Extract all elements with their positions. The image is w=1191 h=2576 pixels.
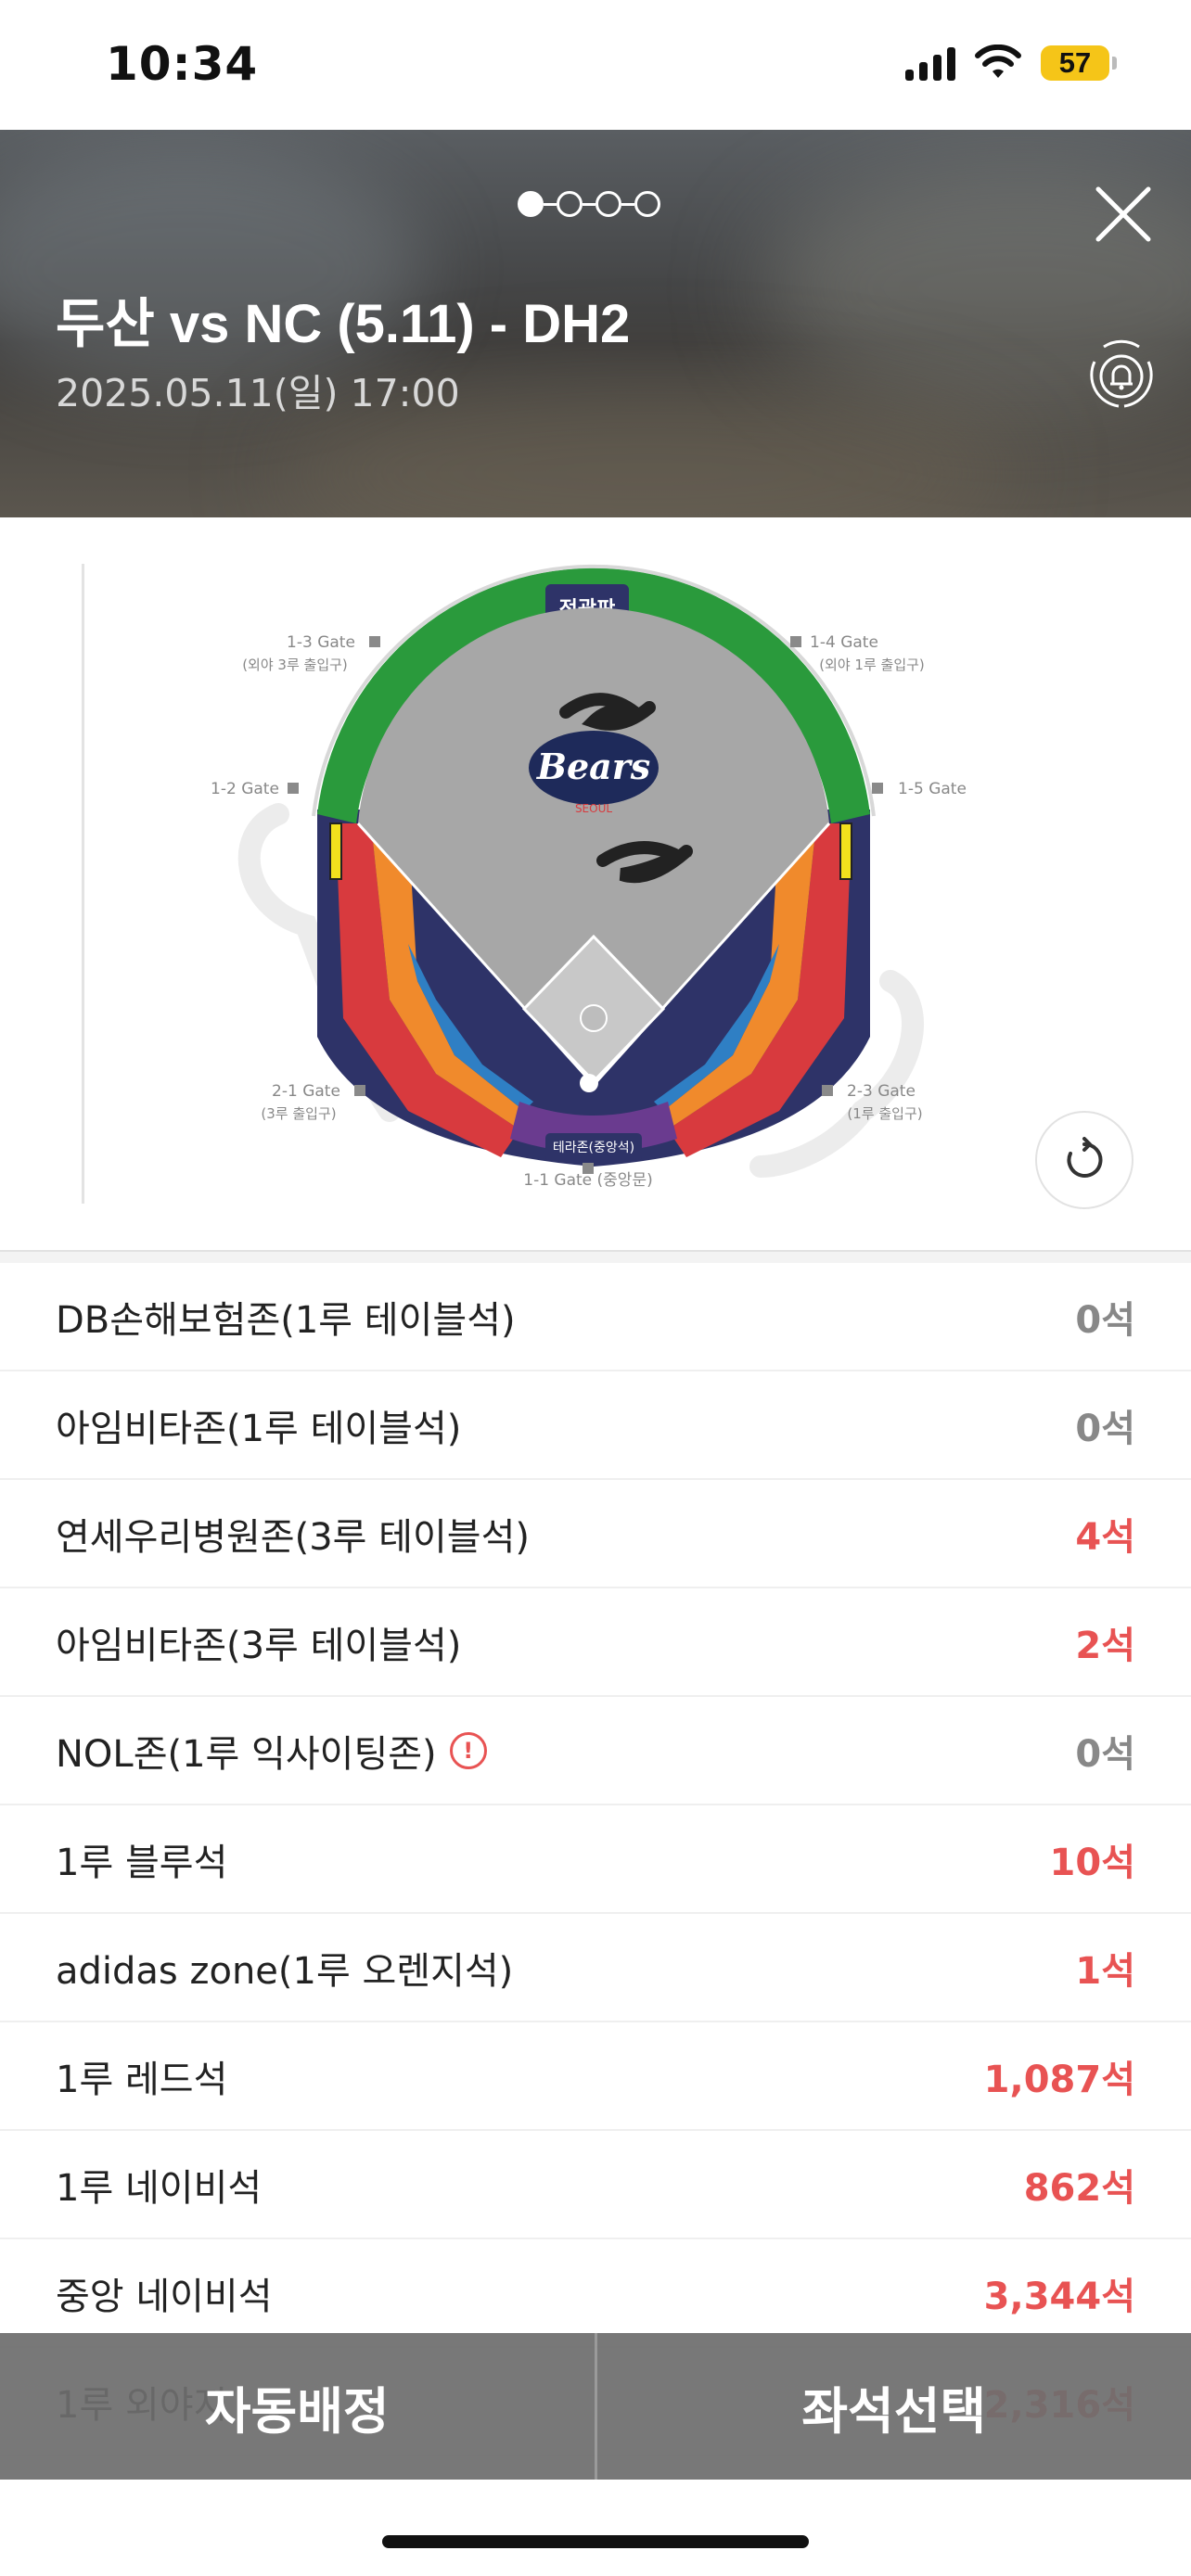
seat-grade-list: DB손해보험존(1루 테이블석) 0석 아임비타존(1루 테이블석) 0석 연세우리병원…: [0, 1263, 1191, 2456]
battery-level: 57: [1041, 45, 1109, 81]
seat-grade-name: 1루 네이비석: [56, 2158, 262, 2212]
page-dot[interactable]: [557, 191, 583, 217]
seat-remaining-count: 0석: [1075, 1298, 1135, 1342]
close-icon[interactable]: [1091, 182, 1156, 247]
refresh-button[interactable]: [1035, 1111, 1133, 1209]
seat-grade-label: adidas zone(1루 오렌지석): [56, 1949, 514, 1993]
seat-grade-name: adidas zone(1루 오렌지석): [56, 1941, 513, 1995]
seat-grade-label: 1루 네이비석: [56, 2166, 263, 2210]
seat-grade-name: 1루 블루석: [56, 1832, 227, 1886]
info-icon[interactable]: !: [449, 1731, 487, 1769]
seat-grade-name: 아임비타존(3루 테이블석): [56, 1615, 461, 1669]
seat-remaining-count: 0석: [1075, 1407, 1135, 1450]
game-header: 두산 vs NC (5.11) - DH2 2025.05.11(일) 17:0…: [0, 130, 1191, 517]
svg-text:(1루 출입구): (1루 출입구): [847, 1105, 922, 1122]
status-bar: 10:34 57: [0, 0, 1191, 130]
seat-grade-row[interactable]: 1루 블루석 10석: [0, 1805, 1191, 1914]
seat-grade-row[interactable]: 중앙 네이비석 3,344석: [0, 2239, 1191, 2348]
gate-1-1: 1-1 Gate (중앙문): [523, 1171, 652, 1190]
svg-text:Bears: Bears: [536, 746, 650, 787]
seat-grade-row[interactable]: 1루 네이비석 862석: [0, 2131, 1191, 2239]
seat-remaining-count: 4석: [1075, 1515, 1135, 1559]
seat-remaining-count: 1석: [1075, 1949, 1135, 1993]
seat-grade-label: 아임비타존(1루 테이블석): [56, 1407, 462, 1450]
seat-remaining-count: 2석: [1075, 1624, 1135, 1667]
seat-grade-name: NOL존(1루 익사이팅존)!: [56, 1724, 487, 1778]
table-seat-1st[interactable]: [839, 823, 852, 880]
seat-remaining-count: 1,087석: [983, 2058, 1135, 2101]
stadium-diagram[interactable]: 전광판 테라존(중앙석) Bears SEOUL 1-3 Gate: [0, 517, 1191, 1250]
seat-grade-label: 아임비타존(3루 테이블석): [56, 1624, 462, 1667]
page-indicator: [518, 191, 660, 217]
seat-grade-name: 연세우리병원존(3루 테이블석): [56, 1507, 530, 1561]
seat-grade-name: 중앙 네이비석: [56, 2266, 273, 2320]
svg-text:(외야 1루 출입구): (외야 1루 출입구): [819, 657, 925, 673]
terra-zone-label: 테라존(중앙석): [553, 1141, 634, 1155]
seat-remaining-count: 862석: [1023, 2166, 1135, 2210]
seat-grade-label: DB손해보험존(1루 테이블석): [56, 1298, 516, 1342]
battery-icon: 57: [1041, 45, 1117, 81]
seat-grade-row[interactable]: 1루 레드석 1,087석: [0, 2022, 1191, 2131]
section-divider: [0, 1250, 1191, 1263]
table-seat-3rd[interactable]: [329, 823, 342, 880]
cellular-signal-icon: [905, 45, 955, 81]
seat-grade-name: 1루 레드석: [56, 2049, 227, 2103]
gate-2-1: 2-1 Gate: [272, 1082, 340, 1101]
seat-grade-row[interactable]: 아임비타존(1루 테이블석) 0석: [0, 1371, 1191, 1480]
seat-grade-row[interactable]: adidas zone(1루 오렌지석) 1석: [0, 1914, 1191, 2022]
wifi-icon: [975, 45, 1021, 78]
seat-grade-label: 연세우리병원존(3루 테이블석): [56, 1515, 530, 1559]
seat-remaining-count: 10석: [1049, 1841, 1135, 1884]
seat-grade-label: NOL존(1루 익사이팅존): [56, 1732, 437, 1776]
svg-text:(외야 3루 출입구): (외야 3루 출입구): [242, 657, 348, 673]
game-datetime: 2025.05.11(일) 17:00: [56, 371, 460, 415]
seat-grade-row[interactable]: NOL존(1루 익사이팅존)! 0석: [0, 1697, 1191, 1805]
seat-grade-label: 1루 레드석: [56, 2058, 228, 2101]
gate-1-3: 1-3 Gate: [287, 633, 355, 652]
seat-grade-name: DB손해보험존(1루 테이블석): [56, 1290, 516, 1344]
gate-1-4: 1-4 Gate: [810, 633, 878, 652]
seat-grade-label: 1루 블루석: [56, 1841, 228, 1884]
page-dot[interactable]: [596, 191, 621, 217]
seat-grade-row[interactable]: DB손해보험존(1루 테이블석) 0석: [0, 1263, 1191, 1371]
gate-1-2: 1-2 Gate: [211, 780, 279, 798]
gate-1-5: 1-5 Gate: [898, 780, 967, 798]
seat-remaining-count: 0석: [1075, 1732, 1135, 1776]
gate-2-3: 2-3 Gate: [847, 1082, 916, 1101]
status-time: 10:34: [106, 37, 259, 91]
svg-text:SEOUL: SEOUL: [575, 802, 612, 815]
status-icons: 57: [905, 45, 1117, 82]
seat-grade-label: 중앙 네이비석: [56, 2275, 273, 2318]
game-title: 두산 vs NC (5.11) - DH2: [56, 294, 631, 354]
bottom-action-bar: 자동배정 좌석선택: [0, 2333, 1191, 2480]
stadium-map[interactable]: 전광판 테라존(중앙석) Bears SEOUL 1-3 Gate: [0, 517, 1191, 1250]
seat-remaining-count: 3,344석: [983, 2275, 1135, 2318]
seat-grade-row[interactable]: 연세우리병원존(3루 테이블석) 4석: [0, 1480, 1191, 1588]
seat-grade-name: 아임비타존(1루 테이블석): [56, 1398, 461, 1452]
alarm-bell-icon[interactable]: [1082, 334, 1161, 414]
select-seat-button[interactable]: 좌석선택: [597, 2333, 1191, 2480]
svg-text:(3루 출입구): (3루 출입구): [261, 1105, 336, 1122]
refresh-icon: [1067, 1137, 1103, 1178]
page-dot[interactable]: [518, 191, 544, 217]
auto-assign-button[interactable]: 자동배정: [0, 2333, 595, 2480]
page-dot[interactable]: [634, 191, 660, 217]
seat-grade-row[interactable]: 아임비타존(3루 테이블석) 2석: [0, 1588, 1191, 1697]
home-indicator: [382, 2535, 809, 2548]
